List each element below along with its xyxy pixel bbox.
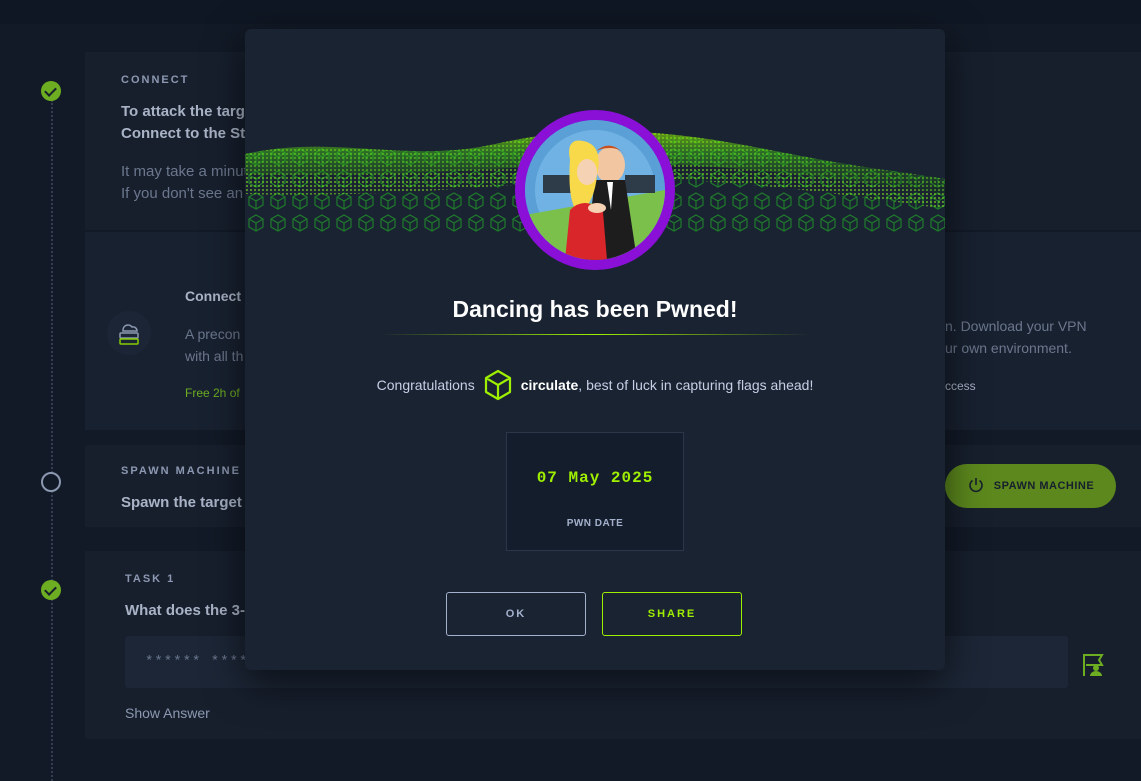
cube-icon: [483, 369, 513, 401]
pwn-date-value: 07 May 2025: [536, 469, 654, 487]
title-divider: [380, 334, 810, 335]
ok-button[interactable]: OK: [446, 592, 586, 636]
pwn-date-box: 07 May 2025 PWN DATE: [506, 432, 684, 551]
congrats-suffix: , best of luck in capturing flags ahead!: [578, 377, 814, 393]
machine-avatar: [515, 110, 675, 270]
username[interactable]: circulate: [521, 377, 579, 393]
share-button[interactable]: SHARE: [602, 592, 742, 636]
pwn-date-label: PWN DATE: [566, 518, 624, 529]
modal-title: Dancing has been Pwned!: [452, 296, 738, 322]
congrats-prefix: Congratulations: [376, 377, 475, 393]
congrats-message: Congratulations circulate, best of luck …: [245, 369, 945, 401]
pwned-modal: Dancing has been Pwned! Congratulations …: [245, 29, 945, 670]
